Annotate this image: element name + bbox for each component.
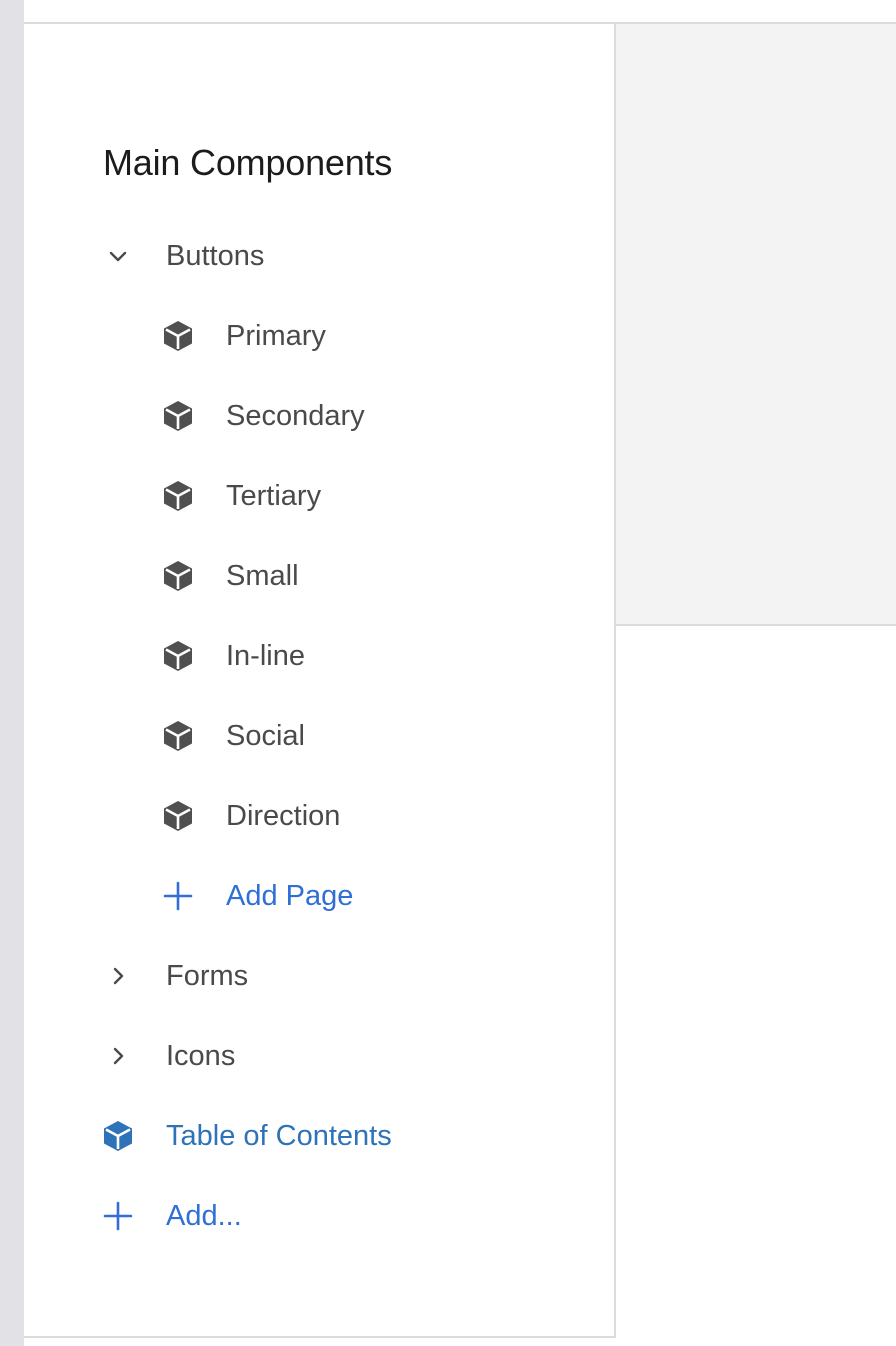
cube-icon: [160, 478, 196, 514]
tree-page-secondary[interactable]: Secondary: [160, 388, 560, 444]
tree-group-forms[interactable]: Forms: [84, 948, 564, 1004]
tree-page-label: Social: [226, 719, 305, 752]
tree-page-direction[interactable]: Direction: [160, 788, 560, 844]
cube-icon: [100, 1118, 136, 1154]
components-sidebar: Main Components Buttons Primary Secondar…: [24, 24, 616, 1338]
tree-page-label: In-line: [226, 639, 305, 672]
table-of-contents-label: Table of Contents: [166, 1119, 392, 1152]
tree-page-primary[interactable]: Primary: [160, 308, 560, 364]
chevron-right-icon[interactable]: [104, 1042, 132, 1070]
tree-group-label: Icons: [166, 1039, 236, 1072]
chevron-down-icon[interactable]: [104, 242, 132, 270]
chevron-right-icon[interactable]: [104, 962, 132, 990]
tree-page-tertiary[interactable]: Tertiary: [160, 468, 560, 524]
table-of-contents-link[interactable]: Table of Contents: [100, 1108, 580, 1164]
tree-page-small[interactable]: Small: [160, 548, 560, 604]
tree-page-in-line[interactable]: In-line: [160, 628, 560, 684]
tree-page-label: Primary: [226, 319, 326, 352]
cube-icon: [160, 558, 196, 594]
tree-group-label: Forms: [166, 959, 249, 992]
tree-page-social[interactable]: Social: [160, 708, 560, 764]
app-window: Main Components Buttons Primary Secondar…: [0, 0, 896, 1346]
tree-page-label: Direction: [226, 799, 341, 832]
add-page-label: Add Page: [226, 879, 354, 912]
cube-icon: [160, 318, 196, 354]
tree-page-label: Small: [226, 559, 299, 592]
cube-icon: [160, 718, 196, 754]
tree-group-icons[interactable]: Icons: [84, 1028, 564, 1084]
preview-panel: [616, 24, 896, 626]
left-rail: [0, 0, 24, 1346]
component-tree: Buttons Primary Secondary Tertiary Small…: [24, 24, 614, 1336]
cube-icon: [160, 638, 196, 674]
tree-group-label: Buttons: [166, 239, 265, 272]
plus-icon: [160, 878, 196, 914]
content-panel: [616, 626, 896, 1346]
top-bar: [24, 0, 896, 24]
add-item-label: Add...: [166, 1199, 242, 1232]
cube-icon: [160, 398, 196, 434]
plus-icon: [100, 1198, 136, 1234]
tree-page-label: Secondary: [226, 399, 365, 432]
add-page-button[interactable]: Add Page: [160, 868, 560, 924]
tree-page-label: Tertiary: [226, 479, 322, 512]
tree-group-buttons[interactable]: Buttons: [84, 228, 564, 284]
add-item-button[interactable]: Add...: [100, 1188, 580, 1244]
cube-icon: [160, 798, 196, 834]
